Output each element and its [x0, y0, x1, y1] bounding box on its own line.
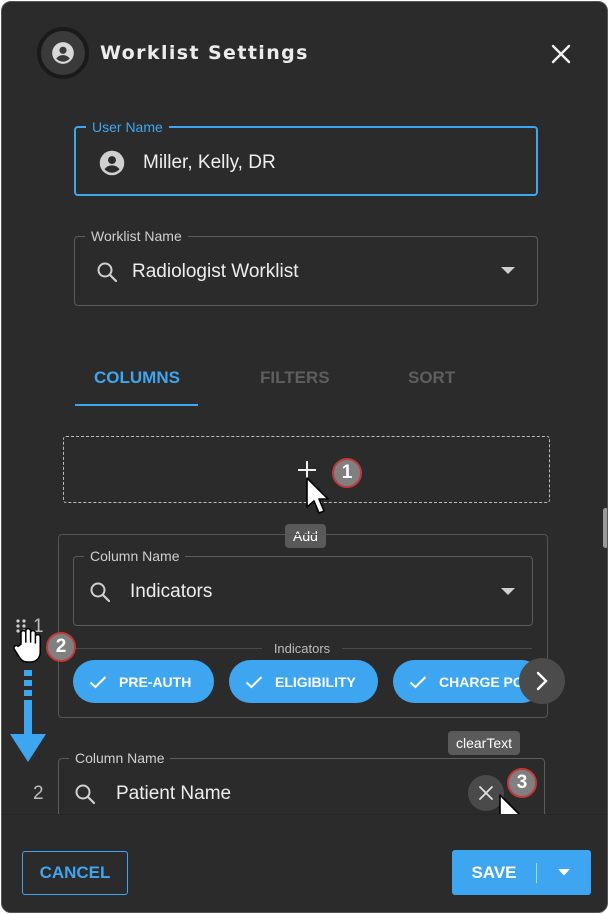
pointer-cursor-icon — [306, 477, 329, 514]
chips-scroll-next-button[interactable] — [519, 658, 565, 704]
divider-line — [72, 647, 262, 649]
close-icon — [551, 44, 571, 64]
active-tab-indicator — [75, 404, 198, 406]
save-button-label[interactable]: SAVE — [452, 863, 536, 883]
column-name-value: Patient Name — [116, 783, 232, 804]
account-circle-icon — [52, 42, 74, 64]
chip-label: ELIGIBILITY — [275, 673, 356, 690]
column-name-select[interactable]: Column Name Indicators — [73, 547, 533, 626]
drag-down-arrow-icon — [10, 670, 46, 762]
check-icon — [409, 675, 427, 688]
save-options-toggle[interactable] — [537, 869, 591, 876]
tab-columns[interactable]: COLUMNS — [94, 368, 180, 388]
search-icon — [97, 262, 118, 283]
user-name-field[interactable]: User Name Miller, Kelly, DR — [74, 118, 538, 196]
check-icon — [245, 675, 263, 688]
check-icon — [89, 675, 107, 688]
dropdown-arrow-icon[interactable] — [501, 267, 515, 275]
indicators-section-divider: Indicators — [72, 640, 532, 656]
scrollbar-thumb[interactable] — [603, 508, 607, 548]
search-icon — [90, 582, 111, 603]
dialog-title: Worklist Settings — [100, 42, 309, 64]
chevron-down-icon — [558, 869, 570, 876]
column-row-number: 2 — [33, 783, 44, 804]
worklist-settings-dialog: Worklist Settings User Name Miller, Kell… — [1, 1, 608, 913]
indicators-section-label: Indicators — [273, 640, 331, 656]
tab-sort[interactable]: SORT — [408, 368, 455, 388]
chevron-right-icon — [536, 671, 548, 691]
divider-line — [342, 647, 532, 649]
close-button[interactable] — [547, 40, 575, 68]
tab-filters[interactable]: FILTERS — [260, 368, 330, 388]
column-name-label: Column Name — [69, 749, 171, 767]
column-name-label: Column Name — [84, 547, 186, 565]
step-badge-1: 1 — [332, 458, 362, 488]
chip-pre-auth[interactable]: PRE-AUTH — [73, 660, 214, 703]
close-icon — [479, 786, 493, 800]
search-icon — [75, 784, 96, 805]
worklist-name-value: Radiologist Worklist — [132, 261, 299, 282]
step-badge-2: 2 — [46, 632, 76, 662]
clear-text-tooltip: clearText — [448, 731, 521, 755]
chip-label: PRE-AUTH — [119, 673, 192, 690]
dropdown-arrow-icon[interactable] — [501, 588, 515, 596]
grab-hand-cursor-icon — [13, 628, 41, 663]
header-avatar — [37, 27, 89, 79]
user-name-label: User Name — [86, 118, 169, 136]
footer-divider — [2, 814, 607, 815]
column-name-value: Indicators — [130, 581, 213, 602]
chip-eligibility[interactable]: ELIGIBILITY — [229, 660, 378, 703]
worklist-name-select[interactable]: Worklist Name Radiologist Worklist — [74, 227, 538, 306]
cancel-button[interactable]: CANCEL — [22, 851, 128, 895]
save-split-button[interactable]: SAVE — [452, 850, 591, 895]
account-circle-icon — [99, 150, 125, 176]
worklist-name-label: Worklist Name — [85, 227, 188, 245]
user-name-value: Miller, Kelly, DR — [143, 152, 276, 173]
